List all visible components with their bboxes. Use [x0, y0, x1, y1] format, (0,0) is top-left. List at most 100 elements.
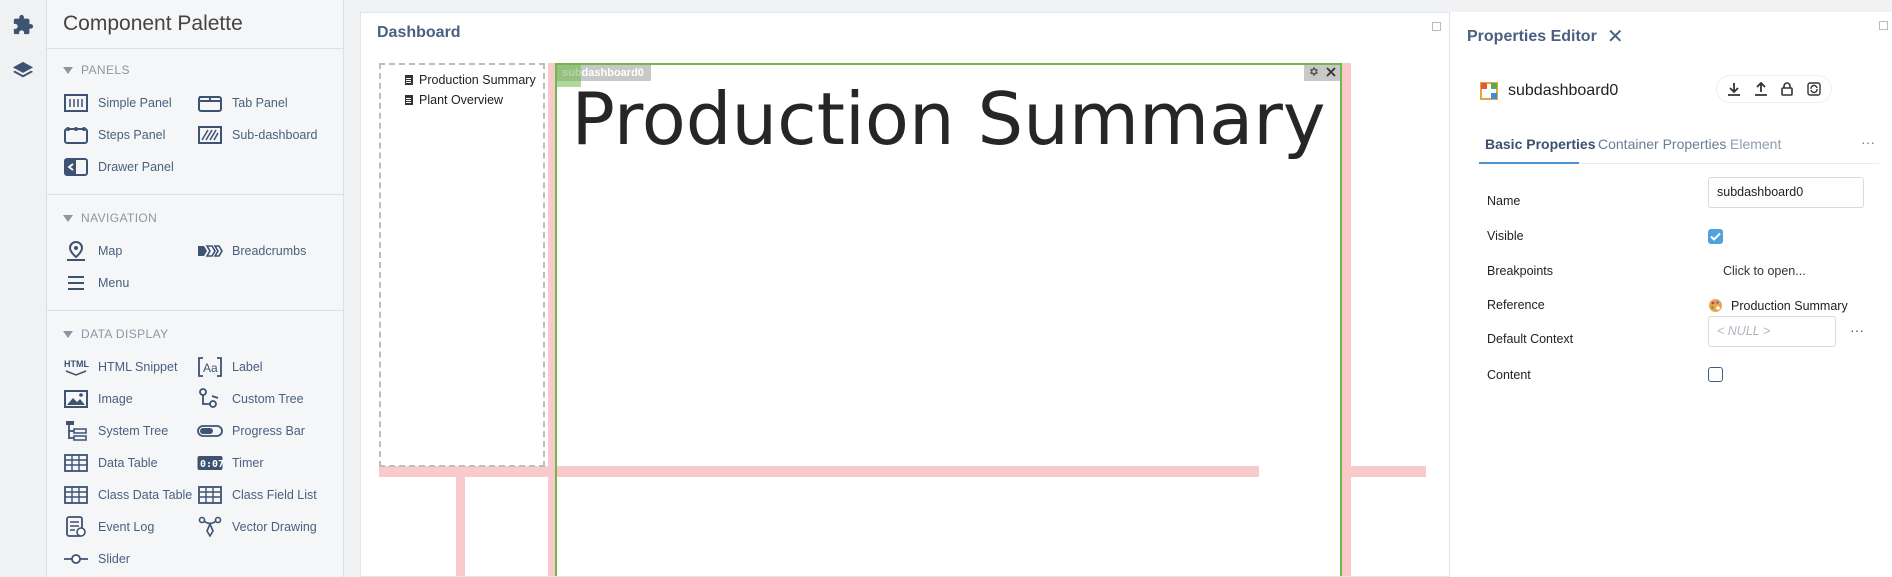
palette-item-steps-panel[interactable]: Steps Panel [63, 123, 165, 147]
item-label: Event Log [98, 520, 155, 534]
item-label: Tab Panel [232, 96, 288, 110]
palette-item-data-table[interactable]: Data Table [63, 451, 158, 475]
maximize-icon[interactable] [1879, 21, 1888, 30]
section-label: NAVIGATION [81, 211, 158, 225]
tab-basic-properties[interactable]: Basic Properties [1479, 134, 1596, 164]
dashboard-title: Dashboard [377, 24, 461, 41]
puzzle-piece-icon[interactable] [8, 10, 38, 40]
palette-item-progress-bar[interactable]: Progress Bar [197, 419, 305, 443]
download-icon[interactable] [1724, 79, 1744, 99]
palette-item-system-tree[interactable]: System Tree [63, 419, 168, 443]
label-icon: Aa [197, 356, 223, 378]
prop-label-name: Name [1487, 194, 1521, 208]
item-label: Class Data Table [98, 488, 193, 502]
maximize-icon[interactable] [1432, 22, 1441, 31]
palette-title: Component Palette [63, 12, 243, 35]
palette-item-slider[interactable]: Slider [63, 547, 130, 571]
palette-item-image[interactable]: Image [63, 387, 133, 411]
breakpoints-link[interactable]: Click to open... [1723, 264, 1806, 278]
custom-tree-icon [197, 388, 223, 410]
refresh-icon[interactable] [1804, 79, 1824, 99]
nav-item-production-summary[interactable]: Production Summary [405, 73, 536, 87]
palette-icon [1708, 298, 1723, 313]
caret-down-icon [63, 66, 73, 74]
section-panels[interactable]: PANELS [63, 63, 130, 77]
palette-item-menu[interactable]: Menu [63, 271, 129, 295]
reference-label: Production Summary [1731, 298, 1848, 313]
item-label: Drawer Panel [98, 160, 174, 174]
sub-dashboard-icon [197, 124, 223, 146]
item-label: System Tree [98, 424, 169, 438]
section-label: PANELS [81, 63, 130, 77]
name-input[interactable]: subdashboard0 [1708, 177, 1864, 208]
subdashboard-container[interactable]: subdashboard0 Production Summary [555, 63, 1342, 576]
component-palette: Component Palette PANELS Simple Panel Ta… [47, 0, 344, 577]
layout-guide-vertical [456, 466, 465, 576]
layout-guide-vertical [1342, 63, 1351, 576]
palette-item-map[interactable]: Map [63, 239, 122, 263]
tab-container-properties[interactable]: Container Properties [1598, 134, 1726, 164]
data-table-icon [63, 452, 89, 474]
more-options-icon[interactable]: ··· [1850, 322, 1864, 338]
menu-icon [63, 272, 89, 294]
item-label: Class Field List [232, 488, 317, 502]
palette-item-simple-panel[interactable]: Simple Panel [63, 91, 172, 115]
item-label: Progress Bar [232, 424, 305, 438]
palette-item-timer[interactable]: 0:07 Timer [197, 451, 263, 475]
palette-item-custom-tree[interactable]: Custom Tree [197, 387, 304, 411]
simple-panel-icon [63, 92, 89, 114]
item-label: Breadcrumbs [232, 244, 307, 258]
tab-element[interactable]: Element [1730, 134, 1790, 164]
properties-title: Properties Editor [1467, 27, 1597, 45]
production-summary-heading: Production Summary [571, 77, 1326, 161]
prop-label-default-context: Default Context [1487, 332, 1574, 346]
divider [47, 310, 343, 311]
navigation-menu-panel[interactable]: Production Summary Plant Overview [379, 63, 545, 467]
palette-item-tab-panel[interactable]: Tab Panel [197, 91, 288, 115]
svg-text:Aa: Aa [203, 361, 218, 375]
palette-item-html-snippet[interactable]: HTML HTML Snippet [63, 355, 177, 379]
dashboard-canvas[interactable]: Dashboard Production Summary Plant Overv… [360, 12, 1450, 577]
subdashboard-component-icon [1480, 82, 1498, 100]
visible-checkbox[interactable] [1708, 229, 1723, 244]
palette-item-label[interactable]: Aa Label [197, 355, 263, 379]
selected-component: subdashboard0 [1480, 82, 1618, 100]
svg-text:0:07: 0:07 [200, 459, 223, 470]
item-label: Label [232, 360, 263, 374]
nav-item-plant-overview[interactable]: Plant Overview [405, 93, 503, 107]
palette-item-event-log[interactable]: Event Log [63, 515, 154, 539]
layout-guide-vertical [548, 63, 555, 576]
content-checkbox[interactable] [1708, 367, 1723, 382]
vector-drawing-icon [197, 516, 223, 538]
palette-item-drawer-panel[interactable]: Drawer Panel [63, 155, 174, 179]
component-toolbar [1717, 76, 1831, 102]
layout-guide-horizontal [1342, 466, 1426, 477]
default-context-input[interactable]: < NULL > [1708, 316, 1836, 347]
section-navigation[interactable]: NAVIGATION [63, 211, 157, 225]
palette-item-breadcrumbs[interactable]: Breadcrumbs [197, 239, 306, 263]
close-icon[interactable]: ✕ [1607, 24, 1624, 49]
prop-label-reference: Reference [1487, 298, 1545, 312]
item-label: Image [98, 392, 133, 406]
tabs-more-icon[interactable]: ··· [1861, 134, 1875, 150]
palette-item-class-data-table[interactable]: Class Data Table [63, 483, 192, 507]
image-icon [63, 388, 89, 410]
lock-icon[interactable] [1777, 79, 1797, 99]
class-field-list-icon [197, 484, 223, 506]
layers-icon[interactable] [8, 56, 38, 86]
html-icon: HTML [63, 356, 89, 378]
caret-down-icon [63, 330, 73, 338]
component-name: subdashboard0 [1508, 82, 1619, 99]
upload-icon[interactable] [1751, 79, 1771, 99]
palette-item-vector-drawing[interactable]: Vector Drawing [197, 515, 317, 539]
palette-item-sub-dashboard[interactable]: Sub-dashboard [197, 123, 317, 147]
nav-item-label: Plant Overview [419, 93, 504, 107]
document-icon [405, 75, 413, 85]
left-icon-rail [0, 0, 47, 577]
section-label: DATA DISPLAY [81, 327, 169, 341]
palette-item-class-field-list[interactable]: Class Field List [197, 483, 317, 507]
section-data-display[interactable]: DATA DISPLAY [63, 327, 169, 341]
reference-value[interactable]: Production Summary [1708, 298, 1848, 313]
item-label: Sub-dashboard [232, 128, 318, 142]
slider-icon [63, 548, 89, 570]
